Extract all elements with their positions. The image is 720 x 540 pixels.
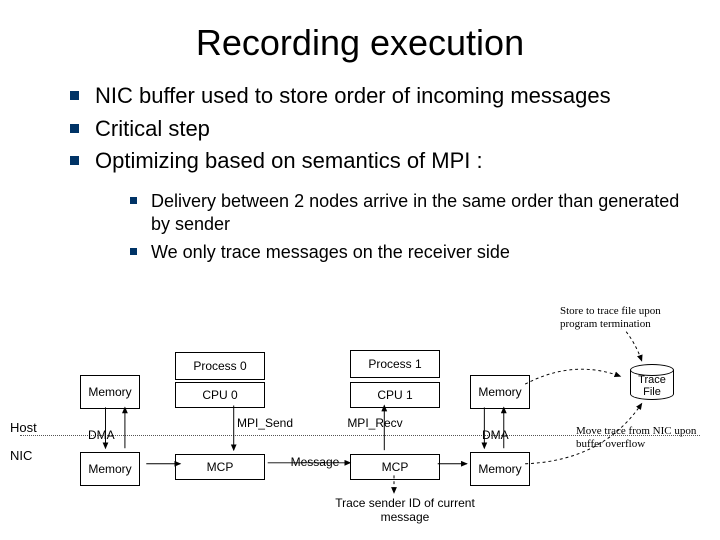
bullet-item: We only trace messages on the receiver s… xyxy=(130,241,680,264)
bullet-text: Optimizing based on semantics of MPI : xyxy=(95,147,483,176)
mpi-send-label: MPI_Send xyxy=(230,416,300,430)
bullet-text: NIC buffer used to store order of incomi… xyxy=(95,82,611,111)
bullet-item: NIC buffer used to store order of incomi… xyxy=(70,82,680,111)
memory-box-right-nic: Memory xyxy=(470,452,530,486)
bullet-text: We only trace messages on the receiver s… xyxy=(151,241,510,264)
dma-label-left: DMA xyxy=(88,428,115,442)
bullet-marker-icon xyxy=(130,248,137,255)
bullet-marker-icon xyxy=(70,124,79,133)
bullet-text: Critical step xyxy=(95,115,210,144)
memory-box-left-nic: Memory xyxy=(80,452,140,486)
cpu1-box: CPU 1 xyxy=(350,382,440,408)
dma-label-right: DMA xyxy=(482,428,509,442)
bullet-marker-icon xyxy=(70,156,79,165)
slide-title: Recording execution xyxy=(0,0,720,78)
bullet-list-level1: NIC buffer used to store order of incomi… xyxy=(0,82,720,176)
bullet-list-level2: Delivery between 2 nodes arrive in the s… xyxy=(0,180,720,278)
architecture-diagram: Host NIC Process 0 Process 1 Memory CPU … xyxy=(20,320,700,524)
trace-file-label: Trace File xyxy=(630,374,674,398)
memory-box-left-host: Memory xyxy=(80,375,140,409)
bullet-item: Optimizing based on semantics of MPI : xyxy=(70,147,680,176)
note-store: Store to trace file upon program termina… xyxy=(560,305,700,331)
cpu0-box: CPU 0 xyxy=(175,382,265,408)
bullet-item: Delivery between 2 nodes arrive in the s… xyxy=(130,190,680,237)
bullet-item: Critical step xyxy=(70,115,680,144)
mcp-box-left: MCP xyxy=(175,454,265,480)
note-trace: Trace sender ID of current message xyxy=(335,496,475,525)
bullet-text: Delivery between 2 nodes arrive in the s… xyxy=(151,190,680,237)
mpi-recv-label: MPI_Recv xyxy=(340,416,410,430)
trace-file-cylinder-icon: Trace File xyxy=(630,364,674,400)
memory-box-right-host: Memory xyxy=(470,375,530,409)
bullet-marker-icon xyxy=(130,197,137,204)
bullet-marker-icon xyxy=(70,91,79,100)
process1-box: Process 1 xyxy=(350,350,440,378)
mcp-box-right: MCP xyxy=(350,454,440,480)
host-label: Host xyxy=(10,420,37,436)
note-move: Move trace from NIC upon buffer overflow xyxy=(576,425,706,451)
process0-box: Process 0 xyxy=(175,352,265,380)
nic-label: NIC xyxy=(10,448,32,464)
message-label: Message xyxy=(285,455,345,469)
